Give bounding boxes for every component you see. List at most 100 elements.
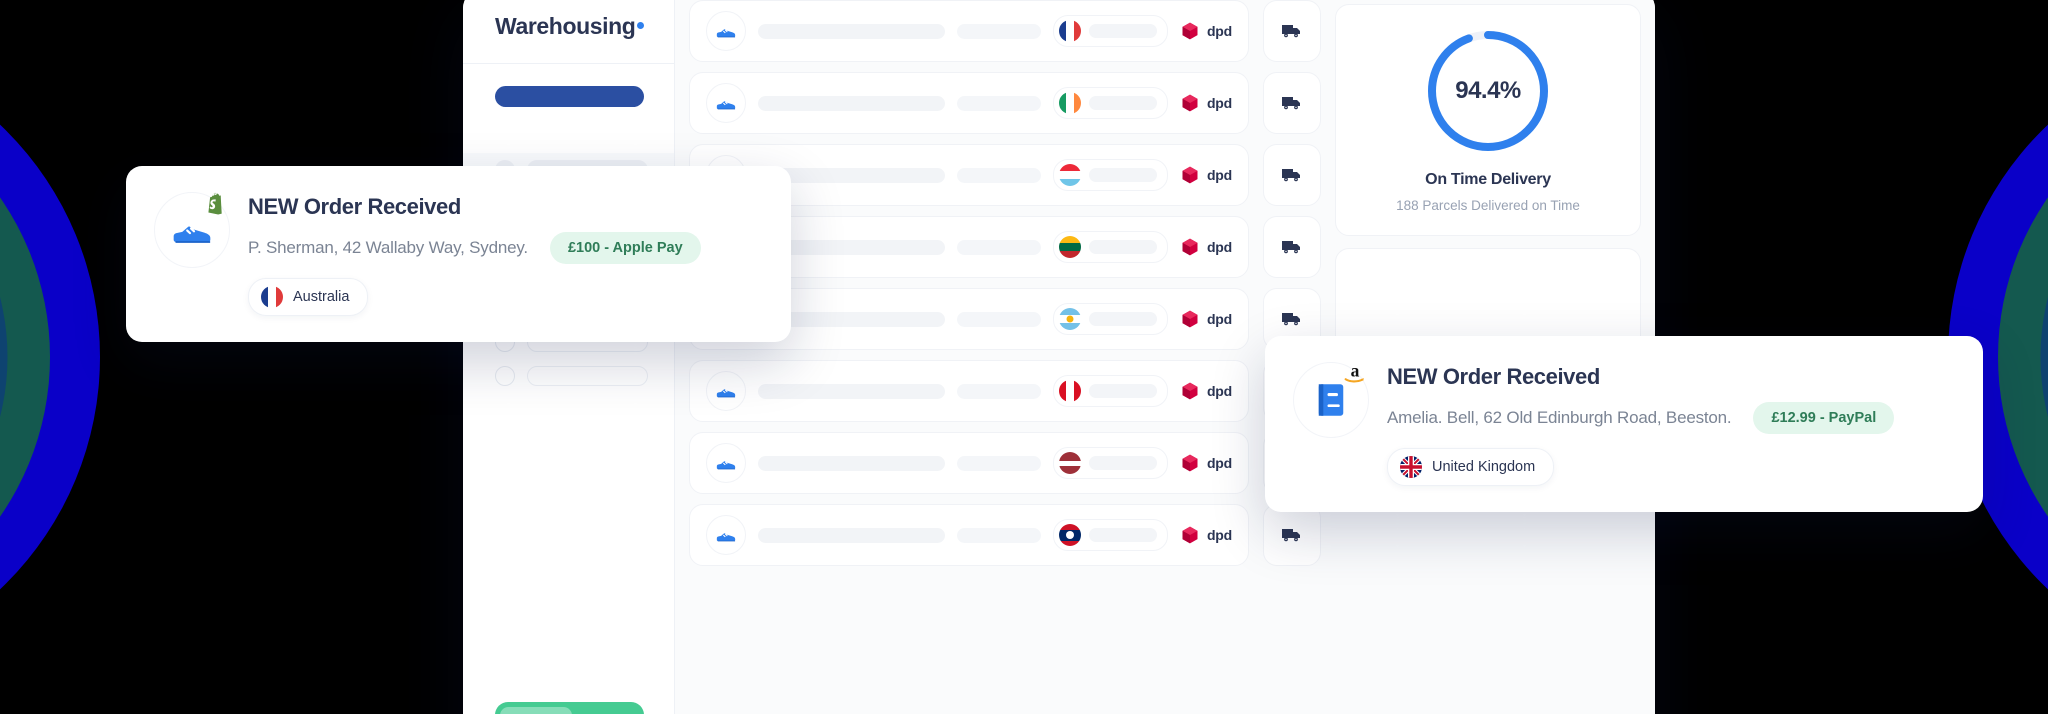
carrier-name: dpd — [1206, 383, 1232, 399]
destination-country[interactable] — [1052, 375, 1168, 407]
order-detail-placeholder — [758, 95, 945, 111]
product-thumbnail — [706, 371, 746, 411]
order-meta-placeholder — [956, 95, 1041, 111]
table-row[interactable]: dpd — [689, 360, 1249, 422]
notification-title: NEW Order Received — [248, 194, 461, 219]
donut-chart: 94.4% — [1354, 27, 1622, 155]
customer-address: P. Sherman, 42 Wallaby Way, Sydney. — [248, 238, 528, 257]
flag-icon-united-kingdom — [1400, 456, 1422, 478]
dpd-parcel-icon — [1182, 382, 1198, 400]
notification-title: NEW Order Received — [1387, 364, 1600, 389]
destination-country[interactable] — [1052, 303, 1168, 335]
brand-logo: Warehousing — [463, 0, 674, 64]
shipment-status-cell[interactable] — [1263, 72, 1321, 134]
destination-country[interactable] — [1052, 159, 1168, 191]
destination-country[interactable] — [1052, 15, 1168, 47]
screenshot-stage: Warehousing dpd dpd dpd dpd dpd dpd dpd … — [0, 0, 2048, 714]
order-meta-placeholder — [956, 167, 1041, 183]
table-row[interactable]: dpd — [689, 504, 1249, 566]
order-notification-card: a NEW Order Received Amelia. Bell, 62 Ol… — [1265, 336, 1983, 512]
svg-text:a: a — [1351, 360, 1360, 380]
country-label-placeholder — [1088, 312, 1157, 326]
delivery-truck-icon — [1282, 97, 1300, 110]
carrier: dpd — [1180, 237, 1232, 257]
shipment-status-cell[interactable] — [1263, 0, 1321, 62]
sneaker-icon — [716, 29, 736, 38]
flag-icon-peru — [1058, 380, 1081, 402]
shopify-icon — [201, 189, 231, 219]
destination-country[interactable] — [1052, 447, 1168, 479]
flag-icon-latvia — [1058, 452, 1081, 474]
ring-teal — [1998, 77, 2048, 637]
carrier: dpd — [1180, 525, 1232, 545]
brand-name: Warehousing — [495, 13, 636, 39]
brand-dot-icon — [637, 22, 645, 29]
dpd-parcel-icon — [1182, 22, 1198, 40]
country-name: Australia — [293, 289, 350, 305]
carrier-name: dpd — [1206, 95, 1232, 111]
sidebar-item-placeholder[interactable] — [463, 359, 674, 393]
order-detail-placeholder — [758, 23, 945, 39]
country-badge[interactable]: Australia — [248, 278, 369, 316]
ring-blue-mid — [0, 113, 8, 601]
delivery-truck-icon — [1282, 313, 1300, 326]
customer-address: Amelia. Bell, 62 Old Edinburgh Road, Bee… — [1387, 408, 1732, 427]
order-meta-placeholder — [956, 311, 1041, 327]
dpd-parcel-icon — [1182, 166, 1198, 184]
flag-icon-lithuania — [1058, 236, 1081, 258]
sidebar-footer — [463, 702, 674, 714]
product-thumbnail — [706, 515, 746, 555]
carrier-name: dpd — [1206, 527, 1232, 543]
sidebar-item-primary[interactable] — [495, 86, 644, 107]
dpd-parcel-icon — [1182, 526, 1198, 544]
order-meta-placeholder — [956, 383, 1041, 399]
destination-country[interactable] — [1052, 87, 1168, 119]
order-detail-placeholder — [758, 527, 945, 543]
country-label-placeholder — [1088, 384, 1157, 398]
flag-icon-argentina — [1058, 308, 1081, 330]
sidebar-cta-button[interactable] — [495, 702, 644, 714]
sneaker-icon — [716, 533, 736, 542]
product-thumbnail — [706, 83, 746, 123]
table-row[interactable]: dpd — [689, 0, 1249, 62]
delivery-truck-icon — [1282, 169, 1300, 182]
order-meta-placeholder — [956, 527, 1041, 543]
payment-badge: £12.99 - PayPal — [1753, 402, 1895, 434]
product-thumbnail — [706, 443, 746, 483]
country-name: United Kingdom — [1432, 459, 1536, 475]
country-label-placeholder — [1088, 456, 1157, 470]
sidebar-cta-label-placeholder — [500, 706, 572, 714]
product-thumbnail — [706, 11, 746, 51]
flag-icon-luxembourg — [1058, 164, 1081, 186]
carrier: dpd — [1180, 93, 1232, 113]
shipment-status-cell[interactable] — [1263, 216, 1321, 278]
on-time-delivery-card: 94.4% On Time Delivery 188 Parcels Deliv… — [1335, 4, 1641, 236]
carrier: dpd — [1180, 453, 1232, 473]
shipment-status-cell[interactable] — [1263, 144, 1321, 206]
carrier: dpd — [1180, 381, 1232, 401]
sidebar: Warehousing — [463, 0, 675, 714]
delivery-truck-icon — [1282, 25, 1300, 38]
country-badge[interactable]: United Kingdom — [1387, 448, 1555, 486]
destination-country[interactable] — [1052, 519, 1168, 551]
table-row[interactable]: dpd — [689, 432, 1249, 494]
product-avatar: a — [1293, 360, 1369, 438]
carrier: dpd — [1180, 165, 1232, 185]
carrier: dpd — [1180, 309, 1232, 329]
carrier-name: dpd — [1206, 167, 1232, 183]
flag-icon-australia — [261, 286, 283, 308]
payment-badge: £100 - Apple Pay — [549, 232, 701, 264]
order-detail-placeholder — [758, 383, 945, 399]
destination-country[interactable] — [1052, 231, 1168, 263]
table-row[interactable]: dpd — [689, 72, 1249, 134]
country-label-placeholder — [1088, 168, 1157, 182]
shipment-status-cell[interactable] — [1263, 504, 1321, 566]
delivery-truck-icon — [1282, 529, 1300, 542]
product-avatar — [154, 192, 230, 268]
sidebar-item-label-placeholder — [527, 366, 648, 386]
sidebar-item-bullet-icon — [495, 366, 515, 386]
flag-icon-ireland — [1058, 92, 1081, 114]
notification-detail-line: P. Sherman, 42 Wallaby Way, Sydney. £100… — [248, 232, 763, 264]
delivery-truck-icon — [1282, 241, 1300, 254]
ring-outer-blue — [0, 37, 100, 677]
